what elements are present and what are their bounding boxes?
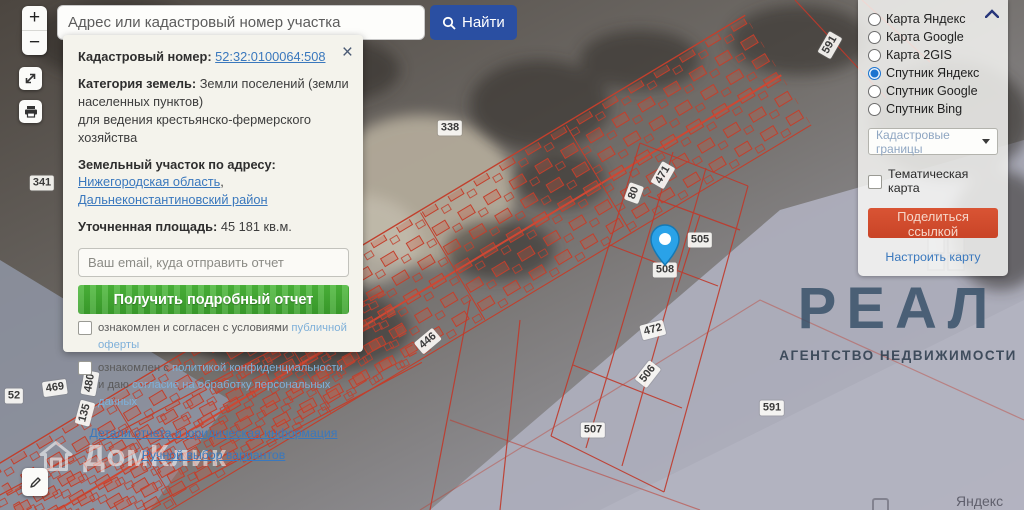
zoom-in-button[interactable]: + <box>22 6 47 30</box>
radio-icon[interactable] <box>868 84 881 98</box>
personal-data-link[interactable]: согласие на обработку персональных данны… <box>98 379 330 408</box>
pencil-icon <box>29 476 41 488</box>
layer-option-label: Карта Google <box>886 30 964 44</box>
agency-name: РЕАЛ <box>797 276 999 341</box>
zoom-out-button[interactable]: − <box>22 31 47 55</box>
zoom-control: + − <box>22 6 47 55</box>
search-button[interactable]: Найти <box>430 5 517 40</box>
fullscreen-button[interactable] <box>19 67 42 90</box>
thematic-map-row: Тематическая карта <box>868 167 998 195</box>
privacy-consent-text-part2: и даю <box>98 378 132 391</box>
privacy-consent-row: ознакомлен с политикой конфиденциальност… <box>78 360 349 411</box>
area-value: 45 181 кв.м. <box>220 219 292 235</box>
layer-option-label: Карта 2GIS <box>886 48 952 62</box>
layer-options-list: Карта Яндекс Карта Google Карта 2GIS Спутни… <box>868 12 998 116</box>
agency-watermark: РЕАЛ АГЕНТСТВО НЕДВИЖИМОСТИ <box>778 276 1018 364</box>
district-link[interactable]: Дальнеконстантиновский район <box>78 192 268 207</box>
search-button-label: Найти <box>462 14 505 31</box>
manual-choice-link[interactable]: Ручной выбор вариантов <box>142 448 286 462</box>
expand-icon <box>25 73 36 84</box>
privacy-consent-text-part: ознакомлен с <box>98 362 173 375</box>
area-label: Уточненная площадь: <box>78 219 218 235</box>
offer-consent-text-part: ознакомлен и согласен с условиями <box>98 322 292 335</box>
privacy-consent-text: ознакомлен с политикой конфиденциальност… <box>98 360 349 411</box>
radio-icon[interactable] <box>868 12 881 26</box>
draw-button[interactable] <box>22 468 48 496</box>
address-separator: , <box>220 174 224 190</box>
layer-option-1[interactable]: Карта Google <box>868 30 998 44</box>
offer-consent-row: ознакомлен и согласен с условиями публич… <box>78 320 349 354</box>
layer-option-label: Спутник Bing <box>886 102 963 116</box>
radio-icon[interactable] <box>868 102 881 116</box>
layer-option-4[interactable]: Спутник Google <box>868 84 998 98</box>
boundaries-select-value: Кадастровые границы <box>876 127 950 156</box>
radio-icon[interactable] <box>868 30 881 44</box>
layer-option-label: Спутник Google <box>886 84 978 98</box>
radio-selected-icon[interactable] <box>868 66 881 80</box>
address-label: Земельный участок по адресу: <box>78 156 276 172</box>
area-row: Уточненная площадь: 45 181 кв.м. <box>78 218 349 236</box>
share-link-button[interactable]: Поделиться ссылкой <box>868 208 998 239</box>
popup-footer-links: Детали отчета и юридическая информация Р… <box>78 425 349 464</box>
land-category-label: Категория земель: <box>78 75 197 91</box>
layer-option-label: Карта Яндекс <box>886 12 966 26</box>
cadastral-number-row: Кадастровый номер: 52:32:0100064:508 <box>78 48 349 66</box>
boundaries-select[interactable]: Кадастровые границы <box>868 127 998 156</box>
yandex-attribution: Яндекс <box>956 493 1004 509</box>
map-logo-icon <box>872 498 889 510</box>
email-field[interactable] <box>78 248 349 278</box>
report-details-link[interactable]: Детали отчета и юридическая информация <box>90 426 338 440</box>
map-pin-icon[interactable] <box>650 224 680 266</box>
land-category-row: Категория земель: Земли поселений (земли… <box>78 75 349 147</box>
radio-icon[interactable] <box>868 48 881 62</box>
thematic-map-label: Тематическая карта <box>888 167 969 195</box>
layer-option-0[interactable]: Карта Яндекс <box>868 12 998 26</box>
agency-subtitle: АГЕНТСТВО НЕДВИЖИМОСТИ <box>779 348 1017 363</box>
thematic-map-checkbox[interactable] <box>868 174 882 189</box>
configure-map-row: Настроить карту <box>868 250 998 264</box>
get-report-label: Получить подробный отчет <box>113 291 314 308</box>
layers-panel: Карта Яндекс Карта Google Карта 2GIS Спутни… <box>858 0 1008 276</box>
chevron-down-icon <box>982 139 990 144</box>
privacy-consent-checkbox[interactable] <box>78 361 92 376</box>
address-row: Земельный участок по адресу: Нижегородск… <box>78 156 349 210</box>
collapse-panel-icon[interactable] <box>985 9 999 18</box>
layer-option-3[interactable]: Спутник Яндекс <box>868 66 998 80</box>
print-button[interactable] <box>19 100 42 123</box>
parcel-info-popup: × Кадастровый номер: 52:32:0100064:508 К… <box>63 35 363 462</box>
layer-option-2[interactable]: Карта 2GIS <box>868 48 998 62</box>
get-report-button[interactable]: Получить подробный отчет <box>78 285 349 315</box>
land-category-extra: для ведения крестьянско-фермерского хозя… <box>78 111 312 145</box>
configure-map-link[interactable]: Настроить карту <box>885 250 980 264</box>
layer-option-label: Спутник Яндекс <box>886 66 980 80</box>
offer-consent-checkbox[interactable] <box>78 321 92 336</box>
printer-icon <box>24 106 37 118</box>
offer-consent-text: ознакомлен и согласен с условиями публич… <box>98 320 349 354</box>
search-icon <box>442 16 456 30</box>
cadastral-number-label: Кадастровый номер: <box>78 49 212 64</box>
close-icon[interactable]: × <box>342 43 353 62</box>
map-viewport: 341 338 471 80 505 508 472 506 446 469 52 480 135 591… <box>0 0 1024 510</box>
cadastral-number-link[interactable]: 52:32:0100064:508 <box>215 49 325 64</box>
region-link[interactable]: Нижегородская область <box>78 174 220 189</box>
layer-option-5[interactable]: Спутник Bing <box>868 102 998 116</box>
privacy-policy-link[interactable]: политикой конфиденциальности <box>172 362 343 374</box>
